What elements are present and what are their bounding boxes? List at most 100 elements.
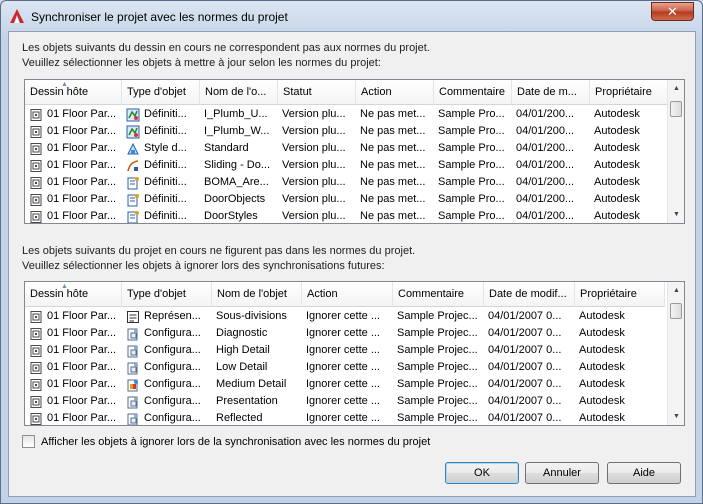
cell-action: Ignorer cette ... bbox=[306, 344, 380, 356]
top-description: Les objets suivants du dessin en cours n… bbox=[22, 41, 430, 71]
cell-type: Définiti... bbox=[122, 174, 200, 191]
drawing-icon bbox=[29, 395, 43, 409]
column-header[interactable]: Type d'objet bbox=[122, 282, 212, 307]
column-header[interactable]: Date de modif... bbox=[484, 282, 575, 307]
cell-date: 04/01/2007 0... bbox=[488, 310, 562, 322]
column-header[interactable]: Action bbox=[302, 282, 393, 307]
list-row[interactable]: 01 Floor Par... Configura... High Detail Ig… bbox=[25, 342, 665, 359]
cell-type: Définiti... bbox=[122, 157, 200, 174]
cell-status: Version plu... bbox=[282, 108, 346, 120]
definition-icon bbox=[126, 210, 140, 223]
cell-type: Configura... bbox=[122, 410, 212, 425]
column-header[interactable]: Nom de l'o... bbox=[200, 80, 278, 105]
list-row[interactable]: 01 Floor Par... Définiti... Sliding - Do..… bbox=[25, 157, 668, 174]
cell-date: 04/01/2007 0... bbox=[488, 412, 562, 424]
list-row[interactable]: 01 Floor Par... Configura... Diagnostic Ign… bbox=[25, 325, 665, 342]
scroll-up-icon[interactable]: ▲ bbox=[668, 282, 684, 299]
cell-owner: Autodesk bbox=[594, 176, 640, 188]
cell-action: Ne pas met... bbox=[360, 108, 426, 120]
show-ignored-option[interactable]: Afficher les objets à ignorer lors de la… bbox=[22, 435, 430, 448]
scroll-up-icon[interactable]: ▲ bbox=[668, 80, 684, 97]
cell-type: Définiti... bbox=[122, 191, 200, 208]
list-row[interactable]: 01 Floor Par... Représen... Sous-divisions… bbox=[25, 308, 665, 325]
definition-icon bbox=[126, 176, 140, 190]
column-header[interactable]: Dessin hôte ▲ bbox=[25, 282, 122, 307]
column-header[interactable]: Dessin hôte ▲ bbox=[25, 80, 122, 105]
cell-action: Ignorer cette ... bbox=[306, 378, 380, 390]
unlisted-objects-header: Dessin hôte ▲ Type d'objet Nom de l'objet Ac… bbox=[25, 282, 665, 307]
cell-action: Ne pas met... bbox=[360, 125, 426, 137]
column-header-label: Nom de l'objet bbox=[217, 288, 287, 300]
cell-host: 01 Floor Par... bbox=[25, 308, 122, 325]
cell-owner: Autodesk bbox=[579, 310, 625, 322]
cell-host: 01 Floor Par... bbox=[25, 393, 122, 410]
bottom-list-scrollbar[interactable]: ▲ ▼ bbox=[667, 282, 684, 425]
column-header[interactable]: Type d'objet bbox=[122, 80, 200, 105]
column-header[interactable]: Nom de l'objet bbox=[212, 282, 302, 307]
list-row[interactable]: 01 Floor Par... Définiti... DoorStyles Vers… bbox=[25, 208, 668, 223]
cell-comment: Sample Projec... bbox=[397, 378, 478, 390]
cell-date: 04/01/2007 0... bbox=[488, 327, 562, 339]
cell-owner: Autodesk bbox=[594, 142, 640, 154]
scroll-thumb[interactable] bbox=[670, 303, 682, 319]
cell-name: Diagnostic bbox=[216, 327, 268, 339]
top-list-scrollbar[interactable]: ▲ ▼ bbox=[667, 80, 684, 223]
scroll-down-icon[interactable]: ▼ bbox=[668, 408, 684, 425]
title-bar: Synchroniser le projet avec les normes d… bbox=[1, 1, 702, 31]
column-header[interactable]: Date de m... bbox=[512, 80, 590, 105]
show-ignored-checkbox[interactable] bbox=[22, 435, 35, 448]
help-button[interactable]: Aide bbox=[607, 462, 681, 484]
unlisted-objects-list[interactable]: Dessin hôte ▲ Type d'objet Nom de l'objet Ac… bbox=[24, 281, 685, 426]
cell-owner: Autodesk bbox=[594, 193, 640, 205]
column-header[interactable]: Propriétaire bbox=[590, 80, 668, 105]
cell-owner: Autodesk bbox=[579, 395, 625, 407]
list-row[interactable]: 01 Floor Par... Configura... Presentation I… bbox=[25, 393, 665, 410]
configuration-color-icon bbox=[126, 378, 140, 392]
cell-date: 04/01/2007 0... bbox=[488, 344, 562, 356]
cell-comment: Sample Projec... bbox=[397, 327, 478, 339]
ok-button[interactable]: OK bbox=[445, 462, 519, 484]
scroll-down-icon[interactable]: ▼ bbox=[668, 206, 684, 223]
cell-name: Standard bbox=[204, 142, 249, 154]
cell-name: Presentation bbox=[216, 395, 278, 407]
list-row[interactable]: 01 Floor Par... Définiti... DoorObjects Ver… bbox=[25, 191, 668, 208]
cell-date: 04/01/2007 0... bbox=[488, 361, 562, 373]
column-header[interactable]: Action bbox=[356, 80, 434, 105]
column-header[interactable]: Commentaire bbox=[434, 80, 512, 105]
cell-owner: Autodesk bbox=[594, 108, 640, 120]
sort-ascending-icon: ▲ bbox=[61, 81, 68, 88]
column-header[interactable]: Statut bbox=[278, 80, 356, 105]
outdated-objects-list[interactable]: Dessin hôte ▲ Type d'objet Nom de l'o... Sta… bbox=[24, 79, 685, 224]
column-header-label: Dessin hôte bbox=[30, 288, 89, 300]
column-header[interactable]: Propriétaire bbox=[575, 282, 665, 307]
list-row[interactable]: 01 Floor Par... Configura... Reflected Igno… bbox=[25, 410, 665, 425]
cell-action: Ignorer cette ... bbox=[306, 412, 380, 424]
cell-type: Définiti... bbox=[122, 123, 200, 140]
cell-owner: Autodesk bbox=[594, 125, 640, 137]
column-header-label: Date de m... bbox=[517, 86, 577, 98]
column-header-label: Statut bbox=[283, 86, 312, 98]
unlisted-objects-rows: 01 Floor Par... Représen... Sous-divisions… bbox=[25, 308, 665, 425]
close-button[interactable]: ✕ bbox=[651, 2, 694, 21]
column-header[interactable]: Commentaire bbox=[393, 282, 484, 307]
list-row[interactable]: 01 Floor Par... Définiti... I_Plumb_U... Ve… bbox=[25, 106, 668, 123]
bottom-description-line1: Les objets suivants du projet en cours n… bbox=[22, 245, 416, 257]
cell-comment: Sample Projec... bbox=[397, 395, 478, 407]
drawing-icon bbox=[29, 361, 43, 375]
cell-comment: Sample Pro... bbox=[438, 193, 505, 205]
cell-comment: Sample Pro... bbox=[438, 210, 505, 222]
list-row[interactable]: 01 Floor Par... Définiti... BOMA_Are... Ver… bbox=[25, 174, 668, 191]
cell-status: Version plu... bbox=[282, 125, 346, 137]
cell-name: DoorObjects bbox=[204, 193, 266, 205]
cancel-button[interactable]: Annuler bbox=[525, 462, 599, 484]
cell-date: 04/01/200... bbox=[516, 210, 575, 222]
list-row[interactable]: 01 Floor Par... Configura... Low Detail Ign… bbox=[25, 359, 665, 376]
list-row[interactable]: 01 Floor Par... Style d... Standard Version… bbox=[25, 140, 668, 157]
cell-date: 04/01/200... bbox=[516, 159, 575, 171]
configuration-icon bbox=[126, 361, 140, 375]
list-row[interactable]: 01 Floor Par... Configura... Medium Detail… bbox=[25, 376, 665, 393]
list-row[interactable]: 01 Floor Par... Définiti... I_Plumb_W... Ve… bbox=[25, 123, 668, 140]
top-description-line2: Veuillez sélectionner les objets à mettr… bbox=[22, 57, 381, 69]
scroll-thumb[interactable] bbox=[670, 101, 682, 117]
cell-date: 04/01/200... bbox=[516, 142, 575, 154]
